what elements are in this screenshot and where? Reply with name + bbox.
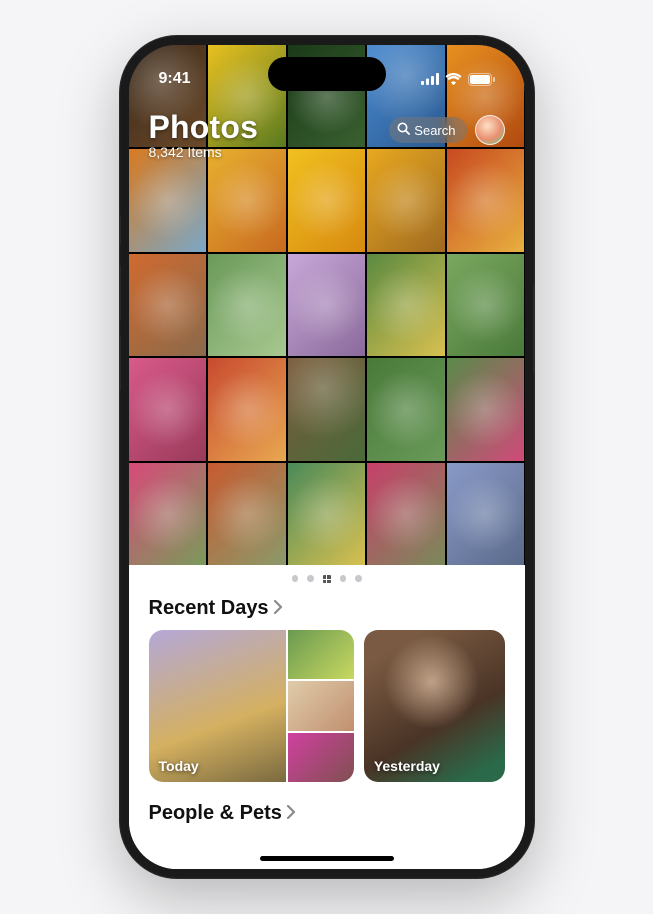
card-photo-tile <box>288 630 354 679</box>
photo-thumbnail[interactable] <box>447 254 525 356</box>
photo-thumbnail[interactable] <box>129 358 207 460</box>
cellular-signal-icon <box>421 73 439 85</box>
iphone-device-frame: 9:41 <box>119 35 535 879</box>
recent-days-header[interactable]: Recent Days <box>129 597 525 630</box>
photo-thumbnail[interactable] <box>367 254 445 356</box>
photo-thumbnail[interactable] <box>208 358 286 460</box>
search-icon <box>397 122 410 138</box>
section-title: People & Pets <box>149 802 282 825</box>
title-block: Photos 8,342 Items <box>149 109 259 160</box>
volume-up-button <box>119 265 121 321</box>
card-photo-tile <box>288 681 354 730</box>
chevron-right-icon <box>286 802 296 825</box>
section-title: Recent Days <box>149 597 269 620</box>
status-indicators <box>421 73 495 86</box>
photo-thumbnail[interactable] <box>367 358 445 460</box>
wifi-icon <box>445 73 462 85</box>
photo-thumbnail[interactable] <box>367 463 445 565</box>
photo-thumbnail[interactable] <box>447 358 525 460</box>
photo-thumbnail[interactable] <box>288 463 366 565</box>
photo-thumbnail[interactable] <box>447 463 525 565</box>
library-header: Photos 8,342 Items Search <box>129 103 525 168</box>
chevron-right-icon <box>273 597 283 620</box>
mute-switch <box>119 215 121 245</box>
side-button <box>533 285 535 375</box>
battery-icon <box>468 73 495 86</box>
pager-dot[interactable] <box>307 575 314 582</box>
screen: 9:41 <box>129 45 525 869</box>
zoom-pager[interactable] <box>129 575 525 583</box>
photo-thumbnail[interactable] <box>208 463 286 565</box>
recent-days-cards[interactable]: Today Yesterday <box>129 630 525 782</box>
status-time: 9:41 <box>159 70 191 88</box>
people-pets-header[interactable]: People & Pets <box>129 782 525 825</box>
header-actions: Search <box>389 115 504 145</box>
pager-dot[interactable] <box>355 575 362 582</box>
photo-thumbnail[interactable] <box>129 254 207 356</box>
day-card-label: Today <box>159 758 199 774</box>
profile-avatar[interactable] <box>475 115 505 145</box>
collections-panel[interactable]: Recent Days Today Yesterday Peopl <box>129 565 525 869</box>
day-card-label: Yesterday <box>374 758 440 774</box>
dynamic-island <box>268 57 386 91</box>
photo-thumbnail[interactable] <box>129 463 207 565</box>
pager-dot[interactable] <box>292 575 299 582</box>
search-label: Search <box>414 123 455 138</box>
photo-thumbnail[interactable] <box>208 254 286 356</box>
search-button[interactable]: Search <box>389 117 466 143</box>
pager-dot-active[interactable] <box>323 575 331 583</box>
pager-dot[interactable] <box>340 575 347 582</box>
card-photo-tile <box>288 733 354 782</box>
home-indicator[interactable] <box>260 856 394 861</box>
volume-down-button <box>119 335 121 391</box>
page-title: Photos <box>149 109 259 146</box>
item-count: 8,342 Items <box>149 144 259 160</box>
day-card-today[interactable]: Today <box>149 630 354 782</box>
photo-thumbnail[interactable] <box>288 358 366 460</box>
day-card-yesterday[interactable]: Yesterday <box>364 630 505 782</box>
photo-thumbnail[interactable] <box>288 254 366 356</box>
